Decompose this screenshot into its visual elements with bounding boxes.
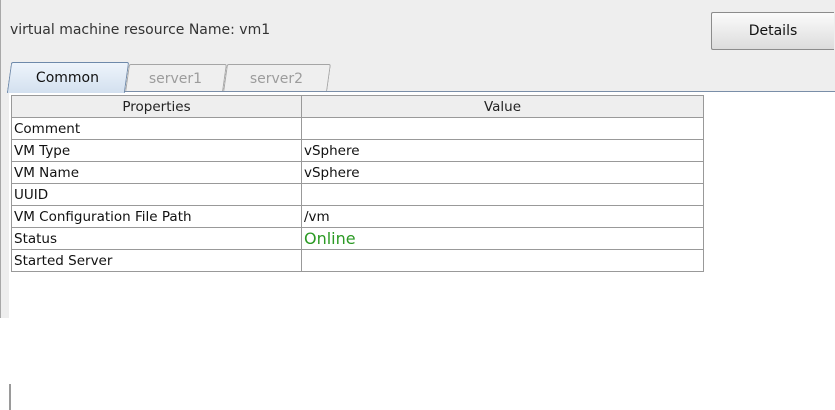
table-row[interactable]: Status Online (11, 227, 704, 250)
property-cell: Started Server (11, 249, 302, 272)
resource-panel: virtual machine resource Name: vm1 Detai… (0, 0, 835, 410)
tab-common-label: Common (36, 70, 100, 86)
column-header-value[interactable]: Value (301, 95, 704, 118)
table-left-edge (9, 384, 11, 410)
table-row[interactable]: UUID (11, 183, 704, 206)
property-cell: VM Configuration File Path (11, 205, 302, 228)
table-row[interactable]: Started Server (11, 249, 704, 272)
tab-content: Properties Value Comment VM Type vSphere… (9, 92, 835, 410)
table-row[interactable]: Comment (11, 117, 704, 140)
property-cell: UUID (11, 183, 302, 206)
value-cell: vSphere (301, 161, 704, 184)
tab-server1[interactable]: server1 (125, 64, 227, 92)
tab-server2-label: server2 (250, 70, 304, 87)
table-header-row: Properties Value (11, 95, 704, 118)
property-cell: Status (11, 227, 302, 250)
tab-server2[interactable]: server2 (223, 64, 331, 92)
property-cell: VM Name (11, 161, 302, 184)
value-cell (301, 183, 704, 206)
property-cell: VM Type (11, 139, 302, 162)
value-cell (301, 117, 704, 140)
tab-strip: Common server1 server2 (6, 62, 835, 93)
property-cell: Comment (11, 117, 302, 140)
value-cell: /vm (301, 205, 704, 228)
table-row[interactable]: VM Configuration File Path /vm (11, 205, 704, 228)
column-header-properties[interactable]: Properties (11, 95, 302, 118)
table-row[interactable]: VM Type vSphere (11, 139, 704, 162)
value-cell: vSphere (301, 139, 704, 162)
tab-server1-label: server1 (149, 70, 203, 87)
value-cell (301, 249, 704, 272)
panel-title: virtual machine resource Name: vm1 (10, 22, 271, 38)
tab-common[interactable]: Common (6, 62, 130, 93)
table-row[interactable]: VM Name vSphere (11, 161, 704, 184)
properties-table: Properties Value Comment VM Type vSphere… (11, 95, 704, 272)
details-button[interactable]: Details (711, 12, 834, 50)
status-value-online: Online (301, 227, 704, 250)
